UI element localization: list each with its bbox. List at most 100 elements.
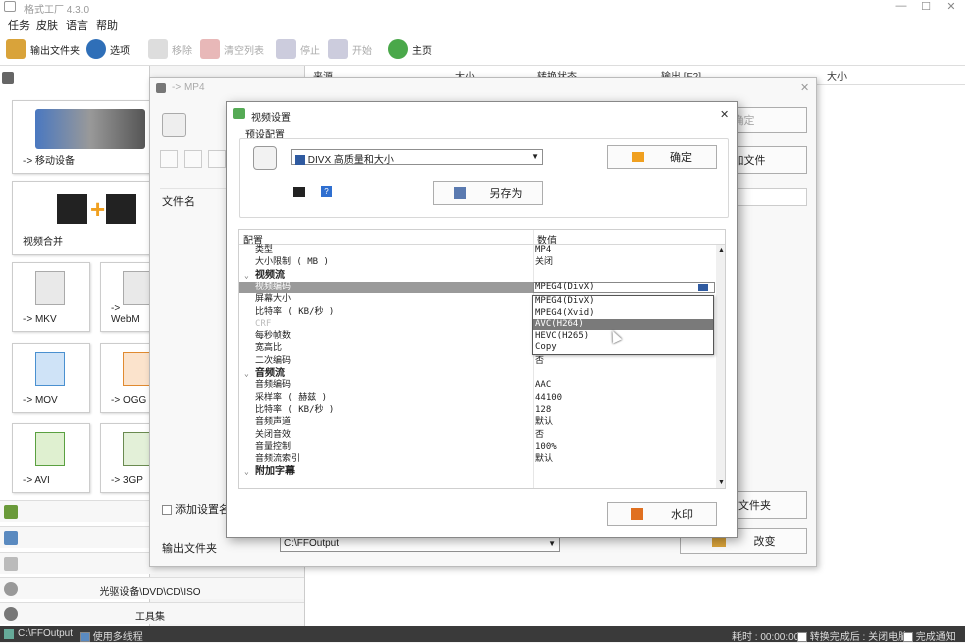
output-path[interactable]: C:\FFOutput	[18, 628, 73, 639]
settings-group-row[interactable]: ⌄ 附加字幕	[239, 466, 715, 478]
settings-row[interactable]: 音频流索引 默认	[239, 454, 715, 466]
after-convert-checkbox[interactable]	[797, 632, 807, 643]
remove-button[interactable]: 移除	[148, 37, 192, 61]
stop-button[interactable]: 停止	[276, 37, 320, 61]
add-setting-checkbox[interactable]	[162, 505, 172, 516]
notify-checkbox[interactable]	[903, 632, 913, 643]
setting-key: 二次编码	[255, 355, 292, 366]
preset-select[interactable]: DIVX 高质量和大小 ▼	[291, 149, 543, 166]
output-folder-button[interactable]: 输出文件夹	[6, 37, 80, 61]
collapse-icon[interactable]: ⌄	[244, 368, 249, 379]
window-icon	[156, 83, 166, 93]
codec-dropdown[interactable]: MPEG4(DivX) MPEG4(Xvid) AVC(H264) HEVC(H265…	[532, 295, 714, 355]
folder-icon	[6, 39, 26, 59]
film-icon	[57, 194, 87, 224]
close-icon[interactable]: ✕	[940, 0, 962, 13]
output-folder-select[interactable]: C:\FFOutput ▼	[280, 536, 560, 552]
maximize-icon[interactable]: ☐	[915, 0, 937, 13]
category-dvd[interactable]: 光驱设备\DVD\CD\ISO	[0, 577, 304, 599]
settings-row[interactable]: 视频编码 MPEG4(DivX)	[239, 281, 715, 294]
menu-task[interactable]: 任务	[8, 17, 30, 33]
setting-key: 音频流索引	[255, 454, 301, 465]
settings-row[interactable]: 音频声道 默认	[239, 417, 715, 429]
tile-mobile[interactable]: -> 移动设备	[12, 100, 150, 174]
setting-key: 大小限制 ( MB )	[255, 257, 329, 268]
chevron-down-icon: ▼	[548, 539, 556, 548]
settings-row[interactable]: 采样率 ( 赫兹 ) 44100	[239, 393, 715, 405]
setting-key: 比特率 ( KB/秒 )	[255, 306, 335, 317]
setting-key: 视频流	[255, 269, 285, 281]
settings-row[interactable]: 二次编码 否	[239, 356, 715, 368]
small-tool-icon[interactable]	[184, 150, 202, 168]
menu-help[interactable]: 帮助	[96, 17, 118, 33]
start-button[interactable]: 开始	[328, 37, 372, 61]
close-icon[interactable]: ✕	[800, 81, 809, 94]
clear-icon	[200, 39, 220, 59]
tile-mkv[interactable]: -> MKV	[12, 262, 90, 332]
multithread-toggle[interactable]: 使用多线程	[80, 628, 143, 643]
toolbar: 输出文件夹 选项 移除 清空列表 停止 开始 主页	[0, 32, 965, 66]
tile-mov[interactable]: -> MOV	[12, 343, 90, 413]
setting-value: 否	[535, 429, 545, 440]
setting-value: 128	[535, 404, 552, 415]
scrollbar[interactable]: ▲ ▼	[716, 245, 725, 488]
tile-video-merge[interactable]: + 视频合并	[12, 181, 150, 255]
settings-row[interactable]: 类型 MP4	[239, 245, 715, 257]
column-output-size[interactable]: 大小	[827, 68, 847, 83]
video-category-icon	[2, 72, 14, 84]
home-button[interactable]: 主页	[388, 37, 432, 61]
settings-group-row[interactable]: ⌄ 视频流	[239, 270, 715, 282]
settings-table: 配置 数值 类型 MP4 大小限制 ( MB ) 关闭 ⌄ 视频流 视频编码 MPEG4(Di…	[238, 229, 726, 489]
tile-webm[interactable]: -> WebM	[100, 262, 153, 332]
settings-rows: 类型 MP4 大小限制 ( MB ) 关闭 ⌄ 视频流 视频编码 MPEG4(DivX) 屏幕大…	[239, 245, 715, 488]
setting-value: AAC	[535, 380, 552, 391]
mkv-file-icon	[35, 271, 65, 305]
setting-value: 44100	[535, 392, 563, 403]
collapse-icon[interactable]: ⌄	[244, 270, 249, 281]
setting-key: 宽高比	[255, 343, 283, 354]
settings-row[interactable]: 音量控制 100%	[239, 442, 715, 454]
settings-row[interactable]: 关闭音效 否	[239, 430, 715, 442]
watermark-button[interactable]: 水印	[607, 502, 717, 526]
settings-row[interactable]: 音频编码 AAC	[239, 380, 715, 392]
multithread-checkbox[interactable]	[80, 632, 90, 643]
minimize-icon[interactable]: —	[890, 0, 912, 12]
document-icon	[4, 557, 18, 571]
codec-option[interactable]: AVC(H264)	[533, 319, 713, 331]
codec-option[interactable]: HEVC(H265)	[533, 331, 713, 342]
setting-value: 100%	[535, 441, 557, 452]
codec-option[interactable]: MPEG4(DivX)	[533, 296, 713, 307]
cmd-icon[interactable]	[293, 187, 305, 197]
codec-option[interactable]: Copy	[533, 342, 713, 353]
setting-key: 关闭音效	[255, 429, 292, 440]
preset-ok-button[interactable]: 确定	[607, 145, 717, 169]
tile-ogg[interactable]: -> OGG	[100, 343, 153, 413]
close-icon[interactable]: ✕	[720, 108, 729, 121]
setting-key: 每秒帧数	[255, 331, 292, 342]
dropdown-toggle-icon[interactable]	[697, 282, 709, 292]
settings-row[interactable]: 比特率 ( KB/秒 ) 128	[239, 405, 715, 417]
codec-option[interactable]: MPEG4(Xvid)	[533, 308, 713, 319]
after-convert-toggle[interactable]: 转换完成后 : 关闭电脑	[797, 628, 908, 643]
mov-file-icon	[35, 352, 65, 386]
clear-list-button[interactable]: 清空列表	[200, 37, 264, 61]
notify-toggle[interactable]: 完成通知	[903, 628, 956, 643]
category-tools[interactable]: 工具集	[0, 602, 304, 624]
scroll-up-icon[interactable]: ▲	[718, 247, 725, 254]
small-tool-icon[interactable]	[160, 150, 178, 168]
menu-skin[interactable]: 皮肤	[36, 17, 58, 33]
save-as-button[interactable]: 另存为	[433, 181, 543, 205]
settings-group-row[interactable]: ⌄ 音频流	[239, 368, 715, 380]
collapse-icon[interactable]: ⌄	[244, 466, 249, 477]
tile-avi[interactable]: -> AVI	[12, 423, 90, 493]
tile-3gp[interactable]: -> 3GP	[100, 423, 153, 493]
title-bar: 格式工厂 4.3.0 — ☐ ✕	[0, 0, 965, 16]
plus-icon: +	[90, 194, 106, 224]
format-icon	[253, 146, 277, 170]
help-icon[interactable]: ?	[321, 186, 332, 197]
menu-language[interactable]: 语言	[66, 17, 88, 33]
options-button[interactable]: 选项	[86, 37, 130, 61]
settings-row[interactable]: 大小限制 ( MB ) 关闭	[239, 257, 715, 269]
small-tool-icon[interactable]	[208, 150, 226, 168]
scroll-down-icon[interactable]: ▼	[718, 479, 725, 486]
